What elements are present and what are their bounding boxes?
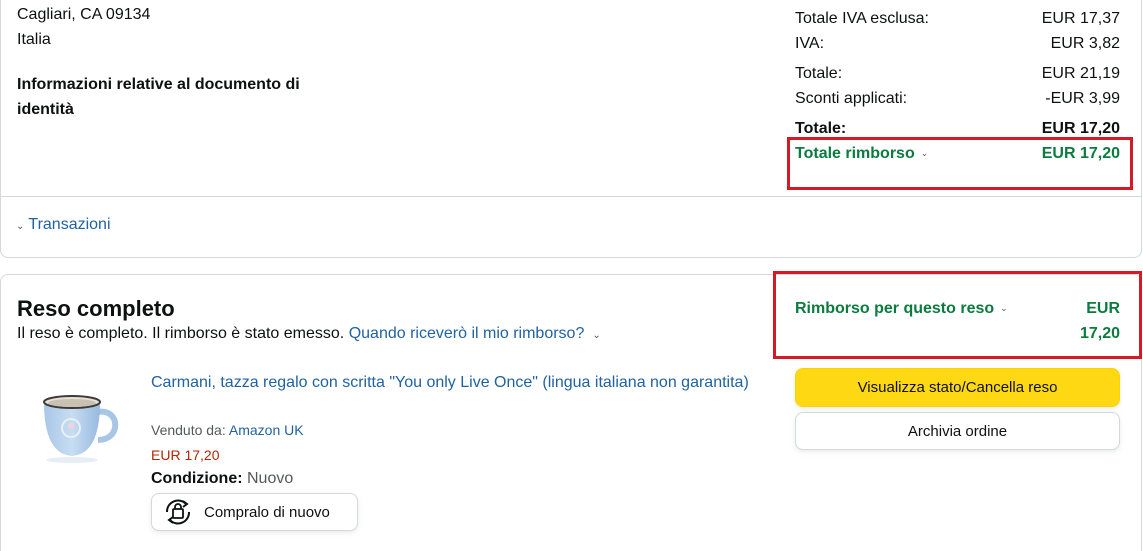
summary-row: Totale IVA esclusa: EUR 17,37 (795, 9, 1120, 29)
transactions-toggle[interactable]: ⌄ Transazioni (16, 216, 111, 234)
seller-link[interactable]: Amazon UK (229, 422, 304, 438)
transactions-label: Transazioni (28, 216, 111, 233)
chevron-down-icon: ⌄ (16, 220, 25, 232)
summary-row: IVA: EUR 3,82 (795, 34, 1120, 54)
summary-label: IVA: (795, 35, 825, 52)
highlight-box (773, 271, 1142, 359)
summary-value: EUR 21,19 (1041, 65, 1120, 82)
id-info-heading: Informazioni relative al documento di id… (17, 76, 300, 118)
sold-by: Venduto da: Amazon UK (151, 422, 304, 438)
summary-value: EUR 17,37 (1041, 10, 1120, 27)
condition-value: Nuovo (247, 470, 294, 487)
return-status: Il reso è completo. Il rimborso è stato … (17, 324, 601, 346)
sold-by-label: Venduto da: (151, 422, 226, 438)
summary-label: Sconti applicati: (795, 90, 908, 107)
archive-order-button[interactable]: Archivia ordine (795, 412, 1120, 450)
grand-total-value: EUR 17,20 (1041, 120, 1120, 137)
buy-again-label: Compralo di nuovo (204, 503, 330, 521)
summary-label: Totale IVA esclusa: (795, 10, 929, 27)
product-title-link[interactable]: Carmani, tazza regalo con scritta "You o… (151, 370, 751, 395)
summary-row: Sconti applicati: -EUR 3,99 (795, 89, 1120, 109)
grand-total-label: Totale: (795, 120, 847, 137)
summary-row: Totale: EUR 21,19 (795, 64, 1120, 84)
address-country: Italia (17, 31, 51, 48)
address-city-line: Cagliari, CA 09134 (17, 6, 151, 23)
view-status-cancel-return-button[interactable]: Visualizza stato/Cancella reso (795, 368, 1120, 407)
divider (0, 196, 1142, 197)
summary-value: EUR 3,82 (1050, 35, 1120, 52)
product-price: EUR 17,20 (151, 447, 220, 463)
highlight-box (787, 137, 1133, 190)
return-status-text: Il reso è completo. Il rimborso è stato … (17, 325, 345, 342)
view-status-label: Visualizza stato/Cancella reso (857, 379, 1058, 396)
grand-total-row: Totale: EUR 17,20 (795, 119, 1120, 139)
refund-timing-link[interactable]: Quando riceverò il mio rimborso? (349, 325, 585, 342)
chevron-down-icon[interactable]: ⌄ (592, 326, 600, 346)
buy-again-icon (165, 499, 191, 525)
buy-again-button[interactable]: Compralo di nuovo (151, 493, 358, 531)
return-title: Reso completo (17, 296, 175, 321)
product-condition: Condizione: Nuovo (151, 470, 293, 488)
mug-product-image[interactable] (38, 388, 120, 464)
archive-order-label: Archivia ordine (907, 422, 1008, 440)
summary-label: Totale: (795, 65, 843, 82)
condition-label: Condizione: (151, 470, 243, 487)
summary-value: -EUR 3,99 (1045, 90, 1120, 107)
